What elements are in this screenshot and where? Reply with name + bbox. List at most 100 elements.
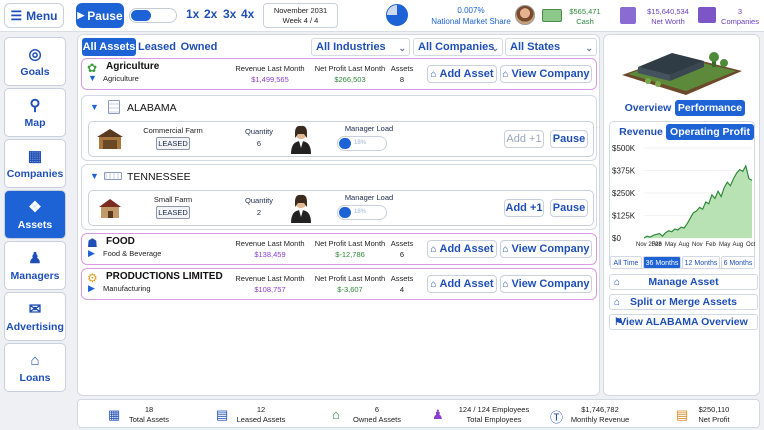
add-one-button[interactable]: Add +1 <box>504 199 544 217</box>
collapse-toggle-icon[interactable]: ▼ <box>90 102 99 112</box>
leased-assets-stat: ▤ 12 Leased Assets <box>216 403 306 427</box>
company-filter-dropdown[interactable]: All Companies ⌄ <box>413 38 503 56</box>
manager-avatar[interactable] <box>289 124 313 154</box>
asset-type: Small Farm <box>153 195 193 204</box>
industry-card-food: ☗ FOOD ▶ Food & Beverage Revenue Last Mo… <box>81 233 597 265</box>
collapse-toggle-icon[interactable]: ▼ <box>88 73 97 83</box>
view-overview-label: View ALABAMA Overview <box>619 316 748 328</box>
sidebar-item-advertising[interactable]: ✉ Advertising <box>4 292 66 341</box>
split-merge-assets-button[interactable]: ⌂ Split or Merge Assets <box>609 294 758 310</box>
sidebar-item-map[interactable]: ⚲ Map <box>4 88 66 137</box>
x-tick-label: Nov <box>692 242 703 248</box>
tab-owned[interactable]: Owned <box>179 38 219 56</box>
stat-label: Total Employees <box>466 415 522 424</box>
tab-performance[interactable]: Performance <box>675 100 745 116</box>
speed-2x-button[interactable]: 2x <box>204 7 217 21</box>
time-6-months-button[interactable]: 6 Months <box>721 256 755 269</box>
sidebar-item-goals[interactable]: ◎ Goals <box>4 37 66 86</box>
industry-name: PRODUCTIONS LIMITED <box>106 271 223 282</box>
x-tick-label: Aug <box>733 242 744 248</box>
player-avatar[interactable] <box>515 5 535 25</box>
sidebar-item-loans[interactable]: ⌂ Loans <box>4 343 66 392</box>
tab-operating-profit[interactable]: Operating Profit <box>666 124 754 140</box>
industry-name: FOOD <box>106 236 135 247</box>
view-company-button[interactable]: ⌂ View Company <box>500 240 592 258</box>
manager-load-bar: 18% <box>337 136 387 151</box>
y-tick-label: $375K <box>612 167 636 176</box>
farm-asset-image <box>622 52 742 95</box>
state-flag-icon <box>108 100 120 114</box>
state-filter-dropdown[interactable]: All States ⌄ <box>505 38 597 56</box>
manager-load-percent: 18% <box>354 209 367 215</box>
revenue-stat: Revenue Last Month $138,459 <box>232 238 308 260</box>
home-icon: ⌂ <box>332 407 340 422</box>
asset-row-small-farm[interactable]: Small Farm LEASED Quantity 2 Manager Load… <box>88 190 594 226</box>
chevron-down-icon: ⌄ <box>585 43 593 53</box>
game-date: November 2031 Week 4 / 4 <box>263 3 338 28</box>
view-company-button[interactable]: ⌂ View Company <box>500 275 592 293</box>
add-asset-button[interactable]: ⌂ Add Asset <box>427 65 497 83</box>
tab-revenue[interactable]: Revenue <box>616 124 666 140</box>
stat-value: 6 <box>374 405 380 414</box>
sidebar-item-assets[interactable]: ❖ Assets <box>4 190 66 239</box>
revenue-stat: Revenue Last Month $108,757 <box>232 273 308 295</box>
speed-1x-button[interactable]: 1x <box>186 7 199 21</box>
megaphone-icon: ✉ <box>28 301 42 318</box>
sidebar-item-managers[interactable]: ♟ Managers <box>4 241 66 290</box>
pause-label: Pause <box>87 8 123 23</box>
y-tick-label: $125K <box>612 212 636 221</box>
cash-label: Cash <box>576 17 594 26</box>
net-profit-stat: ▤ $250,110 Net Profit <box>676 403 756 427</box>
view-company-button[interactable]: ⌂ View Company <box>500 65 592 83</box>
stat-text: $1,746,782 Monthly Revenue <box>564 405 636 425</box>
collapse-toggle-icon[interactable]: ▶ <box>88 283 95 294</box>
market-share[interactable]: 0.007% National Market Share <box>386 3 511 29</box>
building-icon: ⌂ <box>614 297 621 308</box>
time-12-months-button[interactable]: 12 Months <box>682 256 720 269</box>
tab-overview[interactable]: Overview <box>622 100 674 116</box>
view-company-label: View Company <box>511 243 590 255</box>
sidebar-item-companies[interactable]: ▦ Companies <box>4 139 66 188</box>
add-one-button[interactable]: Add +1 <box>504 130 544 148</box>
add-asset-button[interactable]: ⌂ Add Asset <box>427 240 497 258</box>
companies-display[interactable]: 3 Companies <box>698 3 762 29</box>
add-asset-label: Add Asset <box>439 68 494 80</box>
market-share-value: 0.007% <box>457 6 485 15</box>
speed-4x-button[interactable]: 4x <box>241 7 254 21</box>
companies-building-icon <box>698 7 716 23</box>
pause-button[interactable]: ▶ Pause <box>76 3 124 28</box>
companies-label: Companies <box>721 17 759 26</box>
tab-leased[interactable]: Leased <box>138 38 176 56</box>
manage-asset-button[interactable]: ⌂ Manage Asset <box>609 274 758 290</box>
add-asset-button[interactable]: ⌂ Add Asset <box>427 275 497 293</box>
profit-label: Net Profit Last Month <box>314 64 386 73</box>
speed-3x-button[interactable]: 3x <box>223 7 236 21</box>
speed-slider-knob[interactable] <box>131 10 151 21</box>
view-company-label: View Company <box>511 278 590 290</box>
tab-all-assets[interactable]: All Assets <box>82 38 136 56</box>
industry-filter-dropdown[interactable]: All Industries ⌄ <box>311 38 410 56</box>
pause-asset-button[interactable]: Pause <box>550 199 588 217</box>
view-state-overview-button[interactable]: ⚑ View ALABAMA Overview <box>609 314 758 330</box>
menu-label: Menu <box>26 8 58 23</box>
asset-row-commercial-farm[interactable]: Commercial Farm LEASED Quantity 6 Manager… <box>88 121 594 157</box>
managers-icon: ♟ <box>28 250 42 267</box>
pause-asset-button[interactable]: Pause <box>550 130 588 148</box>
collapse-toggle-icon[interactable]: ▼ <box>90 171 99 181</box>
stat-label: Leased Assets <box>236 415 286 424</box>
speed-slider[interactable] <box>129 8 177 23</box>
quantity-value: 2 <box>256 208 262 217</box>
assets-value: 4 <box>399 285 405 294</box>
menu-button[interactable]: ☰ Menu <box>4 3 64 28</box>
time-all-time-button[interactable]: All Time <box>610 256 642 269</box>
stat-text: 124 / 124 Employees Total Employees <box>446 405 542 425</box>
stat-value: $1,746,782 <box>581 405 619 414</box>
manager-load-fill <box>339 207 351 218</box>
x-tick-label: May <box>719 242 730 248</box>
time-36-months-button[interactable]: 36 Months <box>643 256 681 269</box>
collapse-toggle-icon[interactable]: ▶ <box>88 248 95 259</box>
manager-avatar[interactable] <box>289 193 313 223</box>
revenue-label: Revenue Last Month <box>235 274 305 283</box>
view-company-label: View Company <box>511 68 590 80</box>
net-worth-icon <box>620 7 636 24</box>
